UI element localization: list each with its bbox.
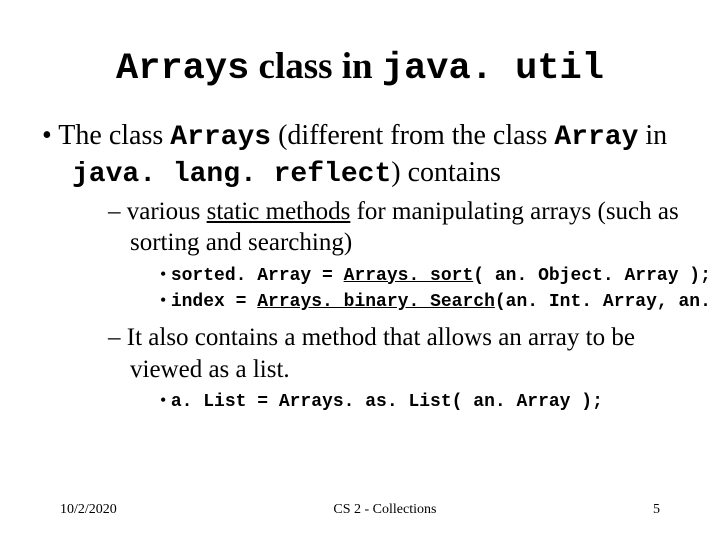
c1a-u: Arrays. sort: [344, 266, 474, 286]
s1-underline: static methods: [207, 198, 351, 225]
code-1b: index = Arrays. binary. Search(an. Int. …: [160, 289, 690, 314]
c1a-t1: sorted. Array =: [171, 266, 344, 286]
c2-t1: a. List = Arrays. as. List( an. Array );: [171, 392, 603, 412]
b1-t3: (different from the class: [271, 120, 554, 151]
c1a-t3: ( an. Object. Array );: [473, 266, 711, 286]
c1b-u: Arrays. binary. Search: [257, 292, 495, 312]
code-list-2: a. List = Arrays. as. List( an. Array );: [160, 389, 690, 414]
c1b-t3: (an. Int. Array, an. Int);: [495, 292, 720, 312]
c1b-t1: index =: [171, 292, 257, 312]
footer: 10/2/2020 CS 2 - Collections 5: [0, 502, 720, 518]
b1-t7: ) contains: [391, 157, 501, 188]
s1-t1: various: [127, 198, 207, 225]
bullet-list: The class Arrays (different from the cla…: [42, 118, 690, 414]
b1-code-reflect: java. lang. reflect: [72, 159, 391, 190]
sub-list-1: various static methods for manipulating …: [108, 196, 690, 414]
b1-code-arrays: Arrays: [170, 122, 271, 153]
title-code-2: java. util: [382, 48, 604, 90]
slide: Arrays class in java. util The class Arr…: [0, 0, 720, 540]
code-2: a. List = Arrays. as. List( an. Array );: [160, 389, 690, 414]
sub-1: various static methods for manipulating …: [108, 196, 690, 314]
footer-center: CS 2 - Collections: [333, 502, 436, 518]
code-list-1: sorted. Array = Arrays. sort( an. Object…: [160, 263, 690, 315]
title-text: class in: [249, 46, 382, 87]
slide-title: Arrays class in java. util: [30, 45, 690, 90]
bullet-1: The class Arrays (different from the cla…: [42, 118, 690, 414]
b1-code-array: Array: [554, 122, 638, 153]
code-1a: sorted. Array = Arrays. sort( an. Object…: [160, 263, 690, 288]
title-code-1: Arrays: [116, 48, 249, 90]
b1-t1: The class: [58, 120, 170, 151]
s2-t1: It also contains a method that allows an…: [127, 324, 635, 382]
footer-page: 5: [653, 502, 660, 518]
footer-date: 10/2/2020: [60, 502, 117, 518]
sub-2: It also contains a method that allows an…: [108, 322, 690, 414]
b1-t5: in: [638, 120, 667, 151]
